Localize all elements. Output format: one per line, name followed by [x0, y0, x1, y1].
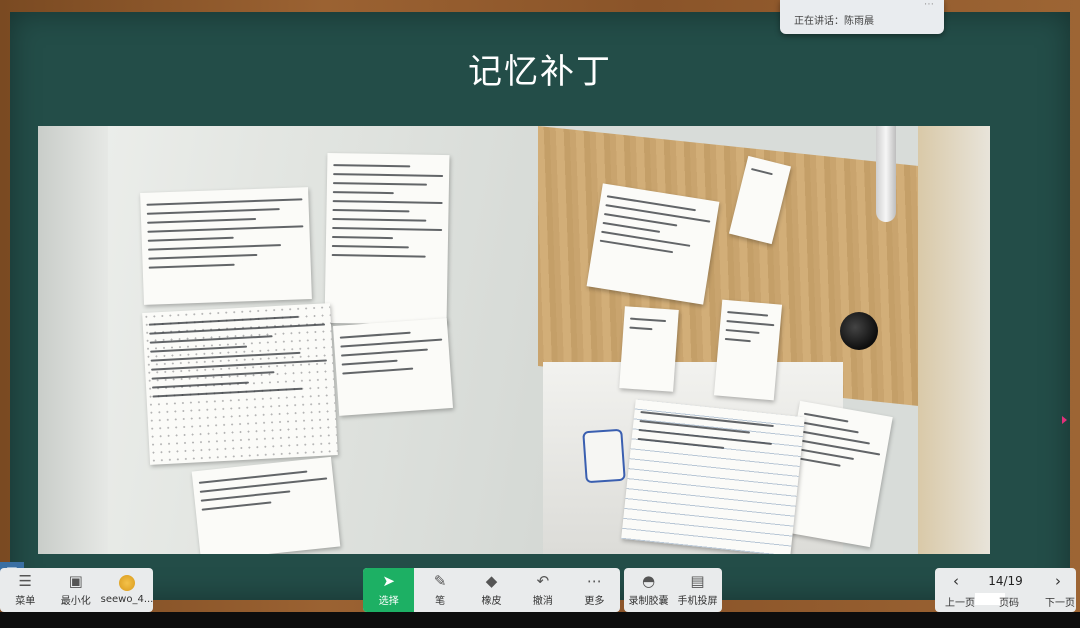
- lined-paper: [621, 399, 805, 554]
- undo-label: 撤消: [532, 596, 553, 607]
- menu-label: 菜单: [15, 596, 36, 607]
- minimize-label: 最小化: [60, 596, 91, 607]
- photo-cabinet-side: [918, 126, 990, 554]
- page-navigator: ‹ 14/19 › 上一页 页码 下一页: [935, 568, 1076, 612]
- speaker-status-banner: 正在讲话：陈雨晨 ⋯: [780, 0, 944, 34]
- more-label: 更多: [584, 596, 605, 607]
- phone-cast-button[interactable]: ▤ 手机投屏: [673, 568, 722, 612]
- more-button[interactable]: ⋯ 更多: [569, 568, 620, 612]
- toolbar-right: ◓ 录制胶囊 ▤ 手机投屏: [624, 568, 722, 612]
- minimize-button[interactable]: ▣ 最小化: [51, 568, 102, 612]
- seewo-app-label: seewo_4...: [100, 594, 153, 605]
- slide-photo: [38, 126, 990, 554]
- eraser-label: 橡皮: [481, 596, 502, 607]
- pointer-cursor-icon: [1062, 416, 1067, 424]
- photo-door-knob: [840, 312, 878, 350]
- sticky-note: [619, 306, 679, 392]
- banner-handle-icon: ⋯: [924, 0, 934, 10]
- minimize-icon: ▣: [68, 572, 83, 590]
- photo-wall-edge: [38, 126, 108, 554]
- sticky-note: [586, 183, 720, 305]
- speaker-status-text: 正在讲话：陈雨晨: [794, 16, 874, 27]
- toolbar-center: ➤ 选择 ✎ 笔 ◆ 橡皮 ↶ 撤消 ⋯ 更多: [363, 568, 620, 612]
- menu-button[interactable]: ☰ 菜单: [0, 568, 51, 612]
- select-label: 选择: [378, 596, 399, 607]
- pen-icon: ✎: [433, 572, 447, 590]
- seewo-avatar-icon: [119, 575, 135, 591]
- pen-button[interactable]: ✎ 笔: [414, 568, 465, 612]
- pen-label: 笔: [435, 596, 446, 607]
- select-cursor-icon: ➤: [382, 572, 395, 590]
- toolbar-left: ☰ 菜单 ▣ 最小化 seewo_4...: [0, 568, 153, 612]
- eraser-icon: ◆: [485, 572, 498, 590]
- menu-icon: ☰: [18, 572, 32, 590]
- bottom-strip: [0, 612, 1080, 628]
- seewo-app-button[interactable]: seewo_4...: [101, 568, 153, 612]
- sticky-note: [142, 303, 338, 465]
- next-page-button[interactable]: 下一页: [1045, 594, 1075, 609]
- record-icon: ◓: [641, 572, 656, 590]
- eraser-button[interactable]: ◆ 橡皮: [466, 568, 517, 612]
- sticky-note: [140, 187, 312, 305]
- prev-page-button[interactable]: 上一页: [945, 594, 975, 609]
- select-button[interactable]: ➤ 选择: [363, 568, 415, 612]
- undo-icon: ↶: [536, 572, 550, 590]
- undo-button[interactable]: ↶ 撤消: [517, 568, 568, 612]
- phone-cast-icon: ▤: [690, 572, 705, 590]
- slide-title: 记忆补丁: [468, 52, 612, 92]
- sticky-note: [191, 456, 341, 554]
- sticky-note: [713, 299, 783, 401]
- sticky-note: [332, 318, 454, 416]
- sticky-note: [324, 152, 450, 326]
- page-number-button[interactable]: 页码: [999, 594, 1019, 609]
- more-icon: ⋯: [586, 572, 602, 590]
- blue-label-tag: [582, 428, 626, 484]
- next-page-icon[interactable]: ›: [1055, 572, 1061, 590]
- phone-cast-label: 手机投屏: [677, 596, 718, 607]
- photo-door-handle: [876, 126, 896, 222]
- record-capsule-button[interactable]: ◓ 录制胶囊: [624, 568, 673, 612]
- record-label: 录制胶囊: [628, 596, 669, 607]
